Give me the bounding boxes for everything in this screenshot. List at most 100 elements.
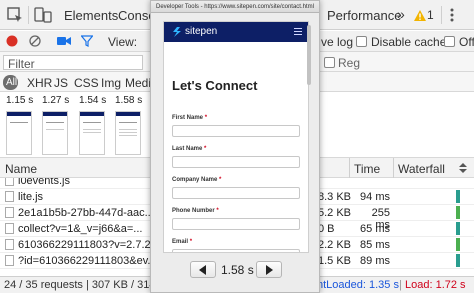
request-time: 85 ms xyxy=(360,239,390,251)
popup-title: Developer Tools - https://www.sitepen.co… xyxy=(151,1,319,13)
form-label-first-name: First Name * xyxy=(172,115,207,121)
filmstrip-thumbnail xyxy=(42,111,68,155)
request-name: 2e1a1b5b-27bb-447d-aac... xyxy=(18,207,154,219)
waterfall-sort-icon[interactable] xyxy=(458,163,468,173)
file-icon xyxy=(5,191,14,202)
offline-checkbox[interactable] xyxy=(444,36,455,47)
form-label-email: Email * xyxy=(172,239,192,245)
request-name: collect?v=1&_v=j66&a=... xyxy=(18,223,143,235)
record-icon[interactable] xyxy=(6,35,18,47)
warning-indicator[interactable]: 1 xyxy=(414,8,434,22)
column-divider xyxy=(393,158,394,178)
last-name-field[interactable] xyxy=(172,156,300,168)
request-name: lite.js xyxy=(18,191,44,203)
request-time: 94 ms xyxy=(360,191,390,203)
triangle-right-icon xyxy=(266,265,273,275)
label-text: Email xyxy=(172,239,189,245)
type-filter-img[interactable]: Img xyxy=(101,76,121,90)
request-time: 65 ms xyxy=(360,223,390,235)
company-name-field[interactable] xyxy=(172,187,300,199)
filter-input[interactable]: Filter xyxy=(8,57,35,71)
waterfall-bar xyxy=(456,206,460,219)
required-marker: * xyxy=(204,115,208,121)
label-text: Phone Number xyxy=(172,208,215,214)
filmstrip-time: 1.15 s xyxy=(6,95,34,106)
hamburger-menu-icon[interactable] xyxy=(294,28,302,35)
type-filter-js[interactable]: JS xyxy=(54,76,68,90)
more-tabs-button[interactable]: » xyxy=(397,6,405,22)
filmstrip-thumbnail xyxy=(6,111,32,155)
clear-icon[interactable] xyxy=(29,35,41,47)
email-field[interactable] xyxy=(172,249,300,252)
device-toggle-icon[interactable] xyxy=(34,7,52,23)
site-logo-text: sitepen xyxy=(185,26,218,37)
form-label-last-name: Last Name * xyxy=(172,146,206,152)
frame-timestamp: 1.58 s xyxy=(221,263,254,277)
view-label: View: xyxy=(108,35,138,49)
regex-label[interactable]: Reg xyxy=(338,56,360,70)
triangle-left-icon xyxy=(199,265,206,275)
devtools-window: Elements Console Performance » 1 View: v… xyxy=(0,0,474,293)
next-frame-button[interactable] xyxy=(256,261,282,278)
tab-elements[interactable]: Elements xyxy=(64,8,118,23)
file-icon xyxy=(5,255,14,266)
request-size: 5.2 KB xyxy=(318,207,352,219)
page-heading: Let's Connect xyxy=(172,78,258,93)
video-capture-icon[interactable] xyxy=(57,36,71,46)
required-marker: * xyxy=(216,208,219,214)
toolbar-divider xyxy=(441,6,442,24)
request-size: 0 B xyxy=(318,223,335,235)
filmstrip-thumbnail xyxy=(79,111,105,155)
previous-frame-button[interactable] xyxy=(190,261,216,278)
required-marker: * xyxy=(204,146,207,152)
request-name: 610366229111803?v=2.7.21 xyxy=(18,239,157,251)
type-filter-all[interactable]: All xyxy=(3,75,18,90)
label-text: Last Name xyxy=(172,146,203,152)
disable-cache-label[interactable]: Disable cache xyxy=(371,35,446,49)
scrollbar-thumb[interactable] xyxy=(307,25,311,85)
tab-performance[interactable]: Performance xyxy=(327,8,401,23)
waterfall-bar xyxy=(456,222,460,235)
warning-icon xyxy=(414,10,426,21)
offline-label[interactable]: Off xyxy=(459,35,474,49)
column-waterfall[interactable]: Waterfall xyxy=(398,162,445,176)
column-name[interactable]: Name xyxy=(5,162,37,176)
filmstrip-thumbnail xyxy=(115,111,141,155)
phone-number-field[interactable] xyxy=(172,218,300,230)
type-filter-css[interactable]: CSS xyxy=(74,76,99,90)
waterfall-bar xyxy=(456,238,460,251)
form-label-phone-number: Phone Number * xyxy=(172,208,219,214)
request-size: 8.3 KB xyxy=(318,191,352,203)
screenshot-preview-popup: Developer Tools - https://www.sitepen.co… xyxy=(150,0,320,293)
filter-input-box[interactable]: Filter xyxy=(3,55,143,71)
waterfall-bar xyxy=(456,190,460,203)
filter-icon[interactable] xyxy=(81,35,93,47)
request-summary: 24 / 35 requests | 307 KB / 314 KB xyxy=(4,279,174,291)
request-time: 89 ms xyxy=(360,255,390,267)
form-label-company-name: Company Name * xyxy=(172,177,221,183)
type-filter-all-label: All xyxy=(6,77,18,88)
inspect-element-icon[interactable] xyxy=(6,6,24,24)
request-size: 1.5 KB xyxy=(318,255,352,267)
label-text: Company Name xyxy=(172,177,218,183)
file-icon xyxy=(5,178,14,186)
first-name-field[interactable] xyxy=(172,125,300,137)
warning-count: 1 xyxy=(427,8,434,22)
file-icon xyxy=(5,239,14,250)
request-name: ?id=610366229111803&ev... xyxy=(18,255,157,267)
required-marker: * xyxy=(219,177,222,183)
waterfall-bar xyxy=(456,254,460,267)
filmstrip-time: 1.27 s xyxy=(42,95,70,106)
status-separator: | xyxy=(399,279,402,291)
kebab-menu-icon[interactable] xyxy=(450,8,454,22)
preview-scrollbar[interactable] xyxy=(307,21,311,253)
file-icon xyxy=(5,207,14,218)
disable-cache-checkbox[interactable] xyxy=(356,36,367,47)
preserve-log-label[interactable]: ve log xyxy=(321,35,353,49)
regex-checkbox[interactable] xyxy=(324,57,335,68)
column-time[interactable]: Time xyxy=(354,162,380,176)
type-filter-xhr[interactable]: XHR xyxy=(27,76,52,90)
toolbar-divider xyxy=(28,6,29,24)
file-icon xyxy=(5,223,14,234)
page-preview: sitepen Let's Connect First Name * Last … xyxy=(163,21,309,253)
